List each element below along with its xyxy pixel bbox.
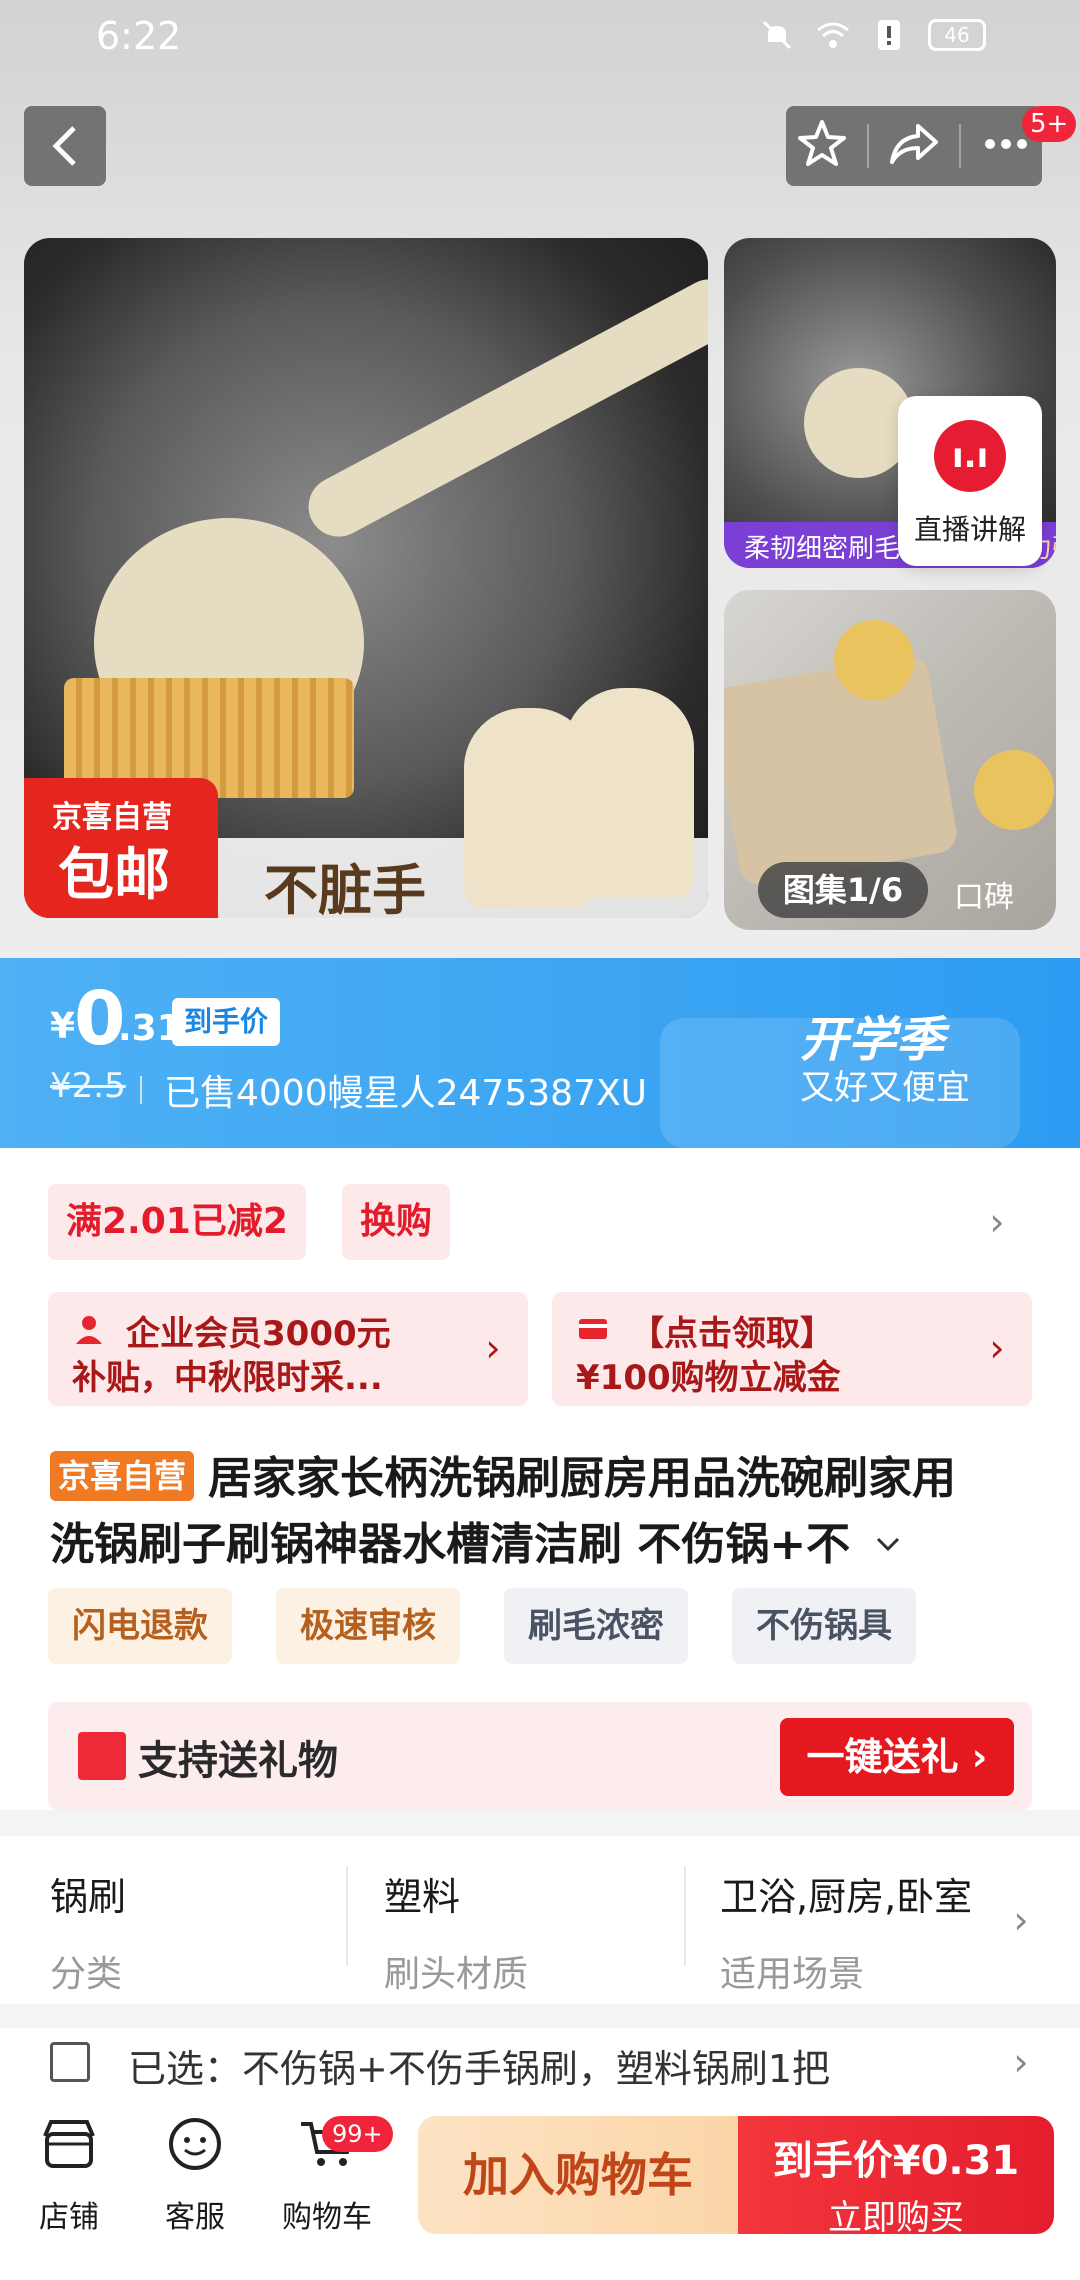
service-button[interactable]: 客服 bbox=[140, 2114, 250, 2236]
exchange-tag[interactable]: 换购 bbox=[342, 1184, 451, 1260]
message-badge: 5+ bbox=[1022, 106, 1077, 142]
share-icon bbox=[889, 124, 938, 164]
chevron-right-icon: › bbox=[1013, 2040, 1029, 2084]
store-badge: 京喜自营 bbox=[50, 1451, 195, 1501]
feature-tag: 闪电退款 bbox=[48, 1588, 232, 1664]
card-icon bbox=[579, 1319, 607, 1339]
cloth-graphic bbox=[724, 652, 960, 888]
service-label: 客服 bbox=[165, 2200, 225, 2235]
divider bbox=[959, 124, 962, 168]
header-actions bbox=[786, 106, 1042, 186]
gallery-counter[interactable]: 图集1/6 bbox=[758, 862, 928, 918]
live-icon: ı.ı bbox=[934, 420, 1006, 492]
store-button[interactable]: 店铺 bbox=[14, 2114, 124, 2236]
live-explain-button[interactable]: ı.ı 直播讲解 bbox=[898, 396, 1042, 566]
free-shipping-badge: 京喜自营 包邮 bbox=[24, 778, 218, 918]
status-time: 6:22 bbox=[96, 14, 182, 58]
feature-tag: 极速审核 bbox=[276, 1588, 460, 1664]
spec-row[interactable]: 锅刷 分类 塑料 刷头材质 卫浴,厨房,卧室 适用场景 › bbox=[0, 1836, 1080, 2004]
divider bbox=[684, 1866, 686, 1966]
send-gift-button[interactable]: 一键送礼 › bbox=[780, 1718, 1014, 1796]
discount-tag[interactable]: 满2.01已减2 bbox=[48, 1184, 306, 1260]
spec-material: 塑料 刷头材质 bbox=[384, 1866, 528, 1997]
gift-icon bbox=[78, 1732, 126, 1780]
alert-icon bbox=[872, 18, 906, 52]
mute-icon bbox=[760, 18, 794, 52]
title-text-2: 洗锅刷子刷锅神器水槽清洁刷 不伤锅+不 bbox=[50, 1519, 851, 1570]
divider bbox=[346, 1866, 348, 1966]
chevron-right-icon[interactable]: › bbox=[982, 1202, 1012, 1242]
cart-badge: 99+ bbox=[322, 2116, 393, 2152]
store-label: 店铺 bbox=[39, 2200, 99, 2235]
favorite-button[interactable] bbox=[796, 118, 848, 174]
spec-scene: 卫浴,厨房,卧室 适用场景 bbox=[720, 1866, 972, 1997]
store-icon bbox=[43, 2120, 95, 2168]
spec-key: 刷头材质 bbox=[384, 1954, 529, 1995]
main-product-image[interactable]: 不脏手 京喜自营 包邮 bbox=[24, 238, 708, 918]
star-icon bbox=[797, 120, 846, 166]
chevron-right-icon: › bbox=[989, 1326, 1005, 1370]
selected-variant-text: 已选：不伤锅+不伤手锅刷，塑料锅刷1把 bbox=[128, 2047, 831, 2091]
product-gallery-area: 6:22 46 5+ 不脏手 京喜自营 包邮 柔韧细密刷毛 ı.ı 直播讲解 图… bbox=[0, 0, 1080, 958]
reviews-tab[interactable]: 口碑 bbox=[954, 872, 1014, 916]
buy-now-button[interactable]: 到手价¥0.31 立即购买 bbox=[738, 2116, 1054, 2238]
image-caption-text: 不脏手 bbox=[264, 859, 426, 918]
battery-icon: 46 bbox=[928, 19, 986, 51]
chevron-right-icon: › bbox=[485, 1326, 501, 1370]
promo-subtitle: 又好又便宜 bbox=[800, 1068, 970, 1108]
status-bar: 6:22 46 bbox=[0, 0, 1080, 72]
wifi-icon bbox=[816, 18, 850, 52]
enterprise-coupon[interactable]: 企业会员3000元 补贴，中秋限时采... › bbox=[48, 1292, 528, 1406]
spec-value: 锅刷 bbox=[50, 1875, 127, 1919]
sold-info: 已售4000幔星人2475387XU bbox=[164, 1073, 647, 1114]
coupon-line-1: 【点击领取】 bbox=[630, 1314, 834, 1354]
chevron-down-icon bbox=[876, 1537, 899, 1552]
buy-now-label: 立即购买 bbox=[828, 2198, 964, 2238]
add-to-cart-button[interactable]: 加入购物车 bbox=[418, 2116, 738, 2234]
gift-row: 支持送礼物 一键送礼 › bbox=[48, 1702, 1032, 1810]
checkbox-icon bbox=[50, 2042, 90, 2082]
status-icons: 46 bbox=[760, 18, 986, 52]
price-currency: ¥ bbox=[50, 1006, 76, 1047]
divider bbox=[866, 124, 869, 168]
bottom-action-bar: 店铺 客服 购物车 99+ 加入购物车 到手价¥0.31 立即购买 bbox=[0, 2096, 1080, 2280]
chevron-right-icon: › bbox=[1013, 1898, 1029, 1942]
side-caption-left: 柔韧细密刷毛 bbox=[744, 534, 901, 564]
product-title-line-2[interactable]: 洗锅刷子刷锅神器水槽清洁刷 不伤锅+不 bbox=[50, 1508, 902, 1572]
live-label: 直播讲解 bbox=[913, 513, 1026, 546]
buy-now-price: 到手价¥0.31 bbox=[772, 2138, 1020, 2184]
share-button[interactable] bbox=[888, 118, 940, 174]
spec-value: 卫浴,厨房,卧室 bbox=[720, 1875, 973, 1919]
badge-shipping-text: 包邮 bbox=[58, 843, 170, 908]
gift-label: 支持送礼物 bbox=[138, 1738, 338, 1784]
cart-label: 购物车 bbox=[282, 2200, 372, 2235]
feature-tag: 不伤锅具 bbox=[732, 1588, 916, 1664]
cash-coupon[interactable]: 【点击领取】 ¥100购物立减金 › bbox=[552, 1292, 1032, 1406]
spec-category: 锅刷 分类 bbox=[50, 1866, 126, 1997]
original-price: ¥2.5 bbox=[50, 1066, 126, 1106]
coupon-line-2: 补贴，中秋限时采... bbox=[72, 1358, 383, 1398]
user-icon bbox=[76, 1316, 102, 1344]
brush-head-graphic bbox=[974, 750, 1054, 830]
divider bbox=[140, 1076, 142, 1104]
title-text-1: 居家家长柄洗锅刷厨房用品洗碗刷家用 bbox=[208, 1453, 957, 1504]
side-image-2[interactable]: 图集1/6 口碑 bbox=[724, 590, 1056, 930]
coupon-line-2: ¥100购物立减金 bbox=[576, 1358, 841, 1398]
spec-value: 塑料 bbox=[384, 1875, 461, 1919]
price-banner: ¥ 0 .31 到手价 ¥2.5 已售4000幔星人2475387XU 开学季 … bbox=[0, 958, 1080, 1148]
customer-service-icon bbox=[169, 2118, 221, 2170]
coupon-line-1: 企业会员3000元 bbox=[126, 1314, 391, 1354]
brush-handle-graphic bbox=[298, 268, 708, 548]
mini-brush-graphic bbox=[564, 688, 694, 898]
brush-head-graphic bbox=[834, 620, 914, 700]
spec-key: 适用场景 bbox=[720, 1954, 865, 1995]
product-title-line-1: 京喜自营 居家家长柄洗锅刷厨房用品洗碗刷家用 bbox=[50, 1442, 956, 1506]
chevron-left-icon bbox=[52, 126, 76, 166]
final-price-chip: 到手价 bbox=[172, 998, 281, 1046]
spec-key: 分类 bbox=[50, 1954, 123, 1995]
back-button[interactable] bbox=[24, 106, 106, 186]
feature-tag: 刷毛浓密 bbox=[504, 1588, 688, 1664]
